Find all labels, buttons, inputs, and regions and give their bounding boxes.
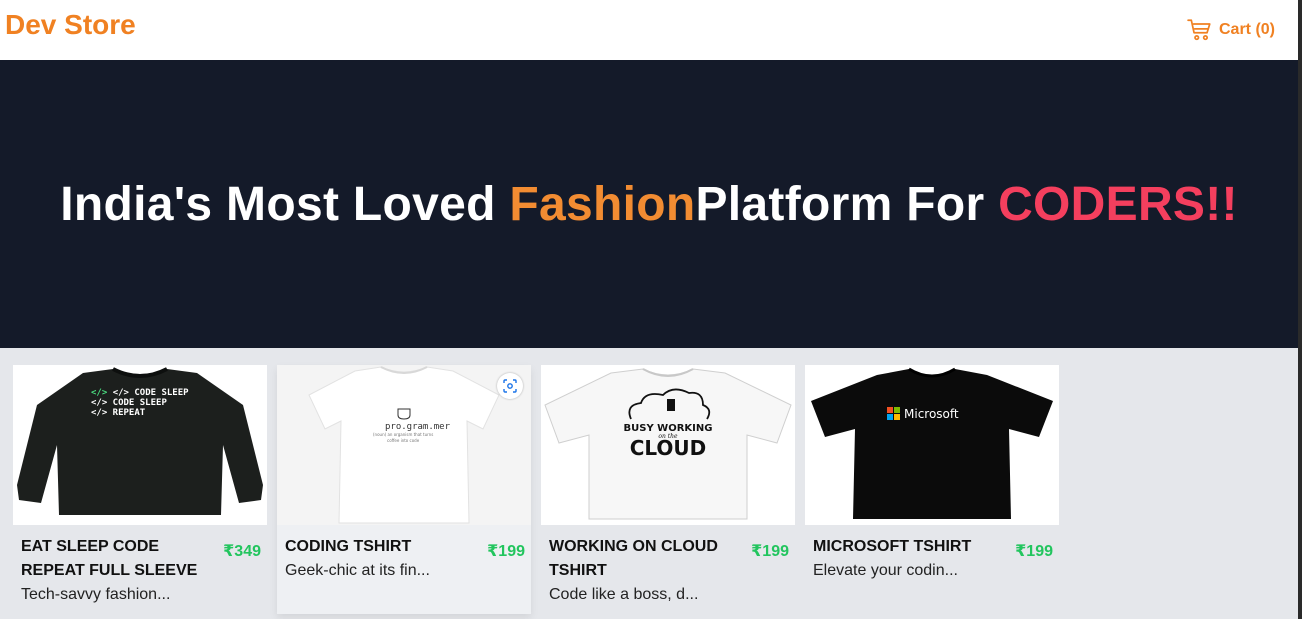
black-sweatshirt-image: </> </> CODE SLEEP </> CODE SLEEP </> RE… (17, 367, 263, 515)
product-info: WORKING ON CLOUD TSHIRT ₹199 Code like a… (549, 535, 789, 607)
shopping-cart-icon (1187, 19, 1211, 41)
hero-text-1: India's Most Loved (60, 177, 510, 231)
hero-title: India's Most Loved FashionPlatform For C… (60, 177, 1238, 232)
img-line-1: pro.gram.mer (385, 422, 451, 432)
img-line-3: CLOUD (630, 436, 707, 460)
svg-text:</> </> CODE SLEEP: </> </> CODE SLEEP (91, 388, 189, 398)
hero-banner: India's Most Loved FashionPlatform For C… (0, 60, 1298, 348)
product-card[interactable]: Microsoft MICROSOFT TSHIRT ₹199 Elevate … (805, 365, 1059, 619)
window-edge (1298, 0, 1302, 619)
product-name[interactable]: MICROSOFT TSHIRT (813, 535, 1003, 559)
img-line-2: (noun) an organism that turns (373, 432, 433, 437)
product-image[interactable]: </> </> CODE SLEEP </> CODE SLEEP </> RE… (13, 365, 267, 525)
img-line-1: </> CODE SLEEP (113, 388, 189, 398)
product-description: Elevate your codin... (813, 562, 958, 579)
store-logo[interactable]: Dev Store (5, 9, 136, 41)
product-name[interactable]: CODING TSHIRT (285, 535, 475, 559)
product-card[interactable]: BUSY WORKING on the CLOUD WORKING ON CLO… (541, 365, 795, 619)
cart-label: Cart (0) (1218, 21, 1275, 38)
product-image[interactable]: pro.gram.mer (noun) an organism that tur… (277, 365, 531, 525)
product-card[interactable]: </> </> CODE SLEEP </> CODE SLEEP </> RE… (13, 365, 267, 619)
hero-text-fashion: Fashion (509, 177, 696, 231)
img-line-2: </> CODE SLEEP (91, 398, 167, 408)
product-price: ₹199 (751, 543, 789, 560)
hero-text-coders: CODERS!! (998, 177, 1238, 231)
img-line-3: coffee into code (387, 438, 420, 443)
hero-text-2: Platform For (695, 177, 999, 231)
img-line-3: </> REPEAT (91, 408, 146, 418)
white-tshirt-cloud-image: BUSY WORKING on the CLOUD (544, 368, 792, 520)
product-info: CODING TSHIRT ₹199 Geek-chic at its fin.… (285, 535, 525, 583)
product-info: MICROSOFT TSHIRT ₹199 Elevate your codin… (813, 535, 1053, 583)
product-card[interactable]: pro.gram.mer (noun) an organism that tur… (277, 365, 531, 614)
product-description: Code like a boss, d... (549, 586, 699, 603)
product-image[interactable]: BUSY WORKING on the CLOUD (541, 365, 795, 525)
product-price: ₹199 (487, 543, 525, 560)
product-name[interactable]: WORKING ON CLOUD TSHIRT (549, 535, 739, 583)
black-tshirt-microsoft-image: Microsoft (811, 367, 1053, 519)
product-image[interactable]: Microsoft (805, 365, 1059, 525)
product-grid: </> </> CODE SLEEP </> CODE SLEEP </> RE… (0, 348, 1298, 619)
product-description: Tech-savvy fashion... (21, 586, 171, 603)
product-price: ₹199 (1015, 543, 1053, 560)
cart-button[interactable]: Cart (0) (1187, 16, 1275, 44)
product-description: Geek-chic at its fin... (285, 562, 430, 579)
product-info: EAT SLEEP CODE REPEAT FULL SLEEVE ₹349 T… (21, 535, 261, 607)
img-tag-1: </> (91, 388, 113, 398)
site-header: Dev Store Cart (0) (0, 0, 1302, 60)
img-line-1: Microsoft (904, 407, 959, 421)
white-tshirt-image: pro.gram.mer (noun) an organism that tur… (277, 365, 531, 525)
product-price: ₹349 (223, 543, 261, 560)
visual-search-lens-icon[interactable] (497, 373, 523, 399)
product-name[interactable]: EAT SLEEP CODE REPEAT FULL SLEEVE (21, 535, 211, 583)
